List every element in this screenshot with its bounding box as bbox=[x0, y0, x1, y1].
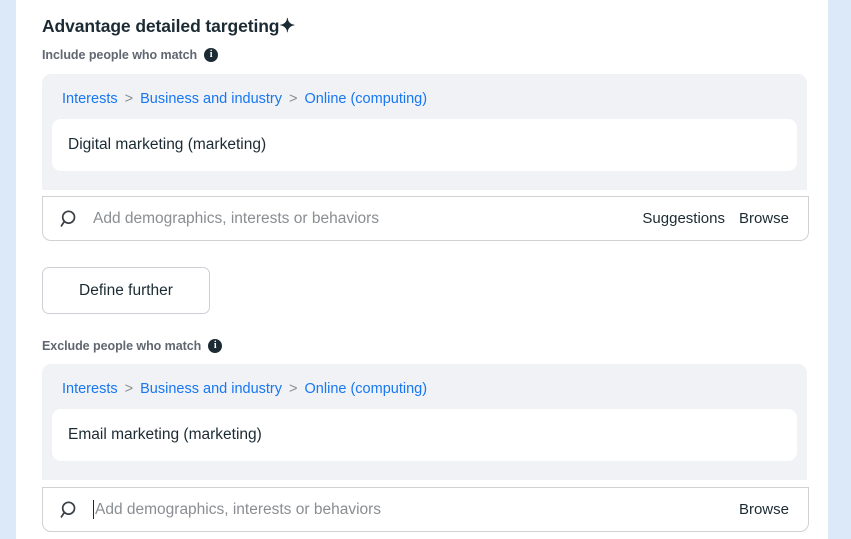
browse-button[interactable]: Browse bbox=[739, 501, 789, 518]
include-selected-interest-label: Digital marketing (marketing) bbox=[68, 136, 267, 153]
breadcrumb-item-business-and-industry[interactable]: Business and industry bbox=[140, 381, 282, 397]
breadcrumb-item-interests[interactable]: Interests bbox=[62, 91, 118, 107]
page-left-gutter bbox=[16, 0, 23, 539]
include-section-label-text: Include people who match bbox=[42, 48, 198, 62]
include-search-placeholder: Add demographics, interests or behaviors bbox=[93, 209, 380, 227]
browse-button[interactable]: Browse bbox=[739, 210, 789, 227]
text-cursor bbox=[93, 500, 94, 519]
include-section-label: Include people who match i bbox=[42, 48, 219, 62]
breadcrumb-item-online-computing[interactable]: Online (computing) bbox=[305, 381, 428, 397]
breadcrumb-separator: > bbox=[289, 91, 298, 107]
info-icon[interactable]: i bbox=[204, 48, 219, 62]
page-title: Advantage detailed targeting ✦ bbox=[42, 16, 295, 37]
exclude-selected-interest-chip[interactable]: Email marketing (marketing) bbox=[52, 409, 797, 461]
breadcrumb-item-business-and-industry[interactable]: Business and industry bbox=[140, 91, 282, 107]
include-search-input[interactable]: Add demographics, interests or behaviors bbox=[93, 197, 642, 240]
define-further-button[interactable]: Define further bbox=[42, 267, 210, 314]
suggestions-button[interactable]: Suggestions bbox=[642, 210, 725, 227]
exclude-section-label-text: Exclude people who match bbox=[42, 339, 202, 353]
breadcrumb-item-online-computing[interactable]: Online (computing) bbox=[305, 91, 428, 107]
breadcrumb-separator: > bbox=[289, 381, 298, 397]
detailed-targeting-panel: Advantage detailed targeting ✦ Include pe… bbox=[23, 0, 828, 539]
breadcrumb-item-interests[interactable]: Interests bbox=[62, 381, 118, 397]
sparkle-icon: ✦ bbox=[279, 16, 296, 37]
exclude-section-label: Exclude people who match i bbox=[42, 339, 223, 353]
breadcrumb-separator: > bbox=[124, 91, 134, 107]
exclude-search-placeholder: Add demographics, interests or behaviors bbox=[95, 500, 382, 518]
define-further-button-label: Define further bbox=[79, 281, 173, 299]
exclude-search-actions: Browse bbox=[739, 501, 808, 518]
breadcrumb: Interests > Business and industry > Onli… bbox=[52, 376, 797, 399]
search-icon bbox=[60, 500, 80, 520]
page-title-text: Advantage detailed targeting bbox=[42, 16, 280, 36]
exclude-search-row[interactable]: Add demographics, interests or behaviors… bbox=[42, 487, 809, 532]
info-icon[interactable]: i bbox=[208, 339, 223, 353]
exclude-selected-interest-label: Email marketing (marketing) bbox=[68, 426, 262, 443]
include-search-actions: Suggestions Browse bbox=[642, 210, 808, 227]
exclude-selection-panel: Interests > Business and industry > Onli… bbox=[42, 364, 807, 480]
include-selected-interest-chip[interactable]: Digital marketing (marketing) bbox=[52, 119, 797, 171]
breadcrumb-separator: > bbox=[124, 381, 134, 397]
include-search-row[interactable]: Add demographics, interests or behaviors… bbox=[42, 196, 809, 241]
include-selection-panel: Interests > Business and industry > Onli… bbox=[42, 74, 807, 190]
search-icon bbox=[60, 209, 80, 229]
page-right-edge-strip bbox=[828, 0, 851, 539]
breadcrumb: Interests > Business and industry > Onli… bbox=[52, 86, 797, 109]
exclude-search-input[interactable]: Add demographics, interests or behaviors bbox=[93, 488, 739, 531]
